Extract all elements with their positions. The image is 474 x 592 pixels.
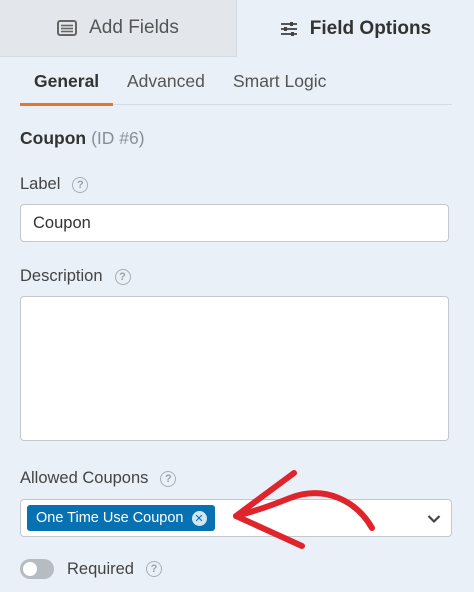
required-row: Required ?: [20, 559, 162, 579]
list-icon: [57, 20, 78, 36]
tab-add-fields[interactable]: Add Fields: [0, 0, 237, 57]
subtab-general-label: General: [34, 71, 100, 91]
allowed-coupons-label: Allowed Coupons ?: [20, 469, 177, 488]
selected-coupon-label: One Time Use Coupon: [36, 510, 184, 526]
help-icon[interactable]: ?: [160, 470, 177, 487]
description-field-label: Description ?: [20, 267, 131, 286]
sliders-icon: [280, 21, 298, 37]
help-icon[interactable]: ?: [72, 176, 89, 193]
panel-tabs: Add Fields Field Options: [0, 0, 474, 57]
active-tab-indicator: [20, 103, 114, 106]
help-icon[interactable]: ?: [114, 268, 131, 285]
tab-field-options-label: Field Options: [309, 17, 432, 39]
subtab-smart-logic-label: Smart Logic: [233, 71, 327, 91]
field-id: (ID #6): [91, 128, 145, 148]
tab-add-fields-label: Add Fields: [89, 17, 179, 38]
options-subtabs: General Advanced Smart Logic: [20, 57, 452, 106]
label-input[interactable]: Coupon: [20, 204, 449, 242]
subtab-general[interactable]: General: [20, 71, 114, 106]
description-field-label-text: Description: [20, 267, 103, 285]
allowed-coupons-select[interactable]: One Time Use Coupon ✕: [20, 499, 452, 537]
label-field-label-text: Label: [20, 175, 61, 193]
help-icon[interactable]: ?: [145, 561, 162, 577]
required-toggle[interactable]: [20, 559, 54, 579]
label-field-label: Label ?: [20, 175, 89, 194]
field-name: Coupon: [20, 128, 87, 148]
subtab-advanced-label: Advanced: [127, 71, 205, 91]
field-title: Coupon (ID #6): [20, 128, 145, 149]
selected-coupon-chip: One Time Use Coupon ✕: [27, 505, 215, 531]
required-label: Required: [67, 559, 134, 578]
remove-icon[interactable]: ✕: [191, 510, 207, 526]
subtab-smart-logic[interactable]: Smart Logic: [233, 71, 326, 105]
subtab-advanced[interactable]: Advanced: [127, 71, 205, 105]
description-textarea[interactable]: [20, 296, 449, 441]
allowed-coupons-label-text: Allowed Coupons: [20, 469, 149, 487]
tab-field-options[interactable]: Field Options: [237, 0, 474, 57]
chevron-down-icon[interactable]: [427, 511, 441, 529]
toggle-knob: [23, 562, 37, 576]
